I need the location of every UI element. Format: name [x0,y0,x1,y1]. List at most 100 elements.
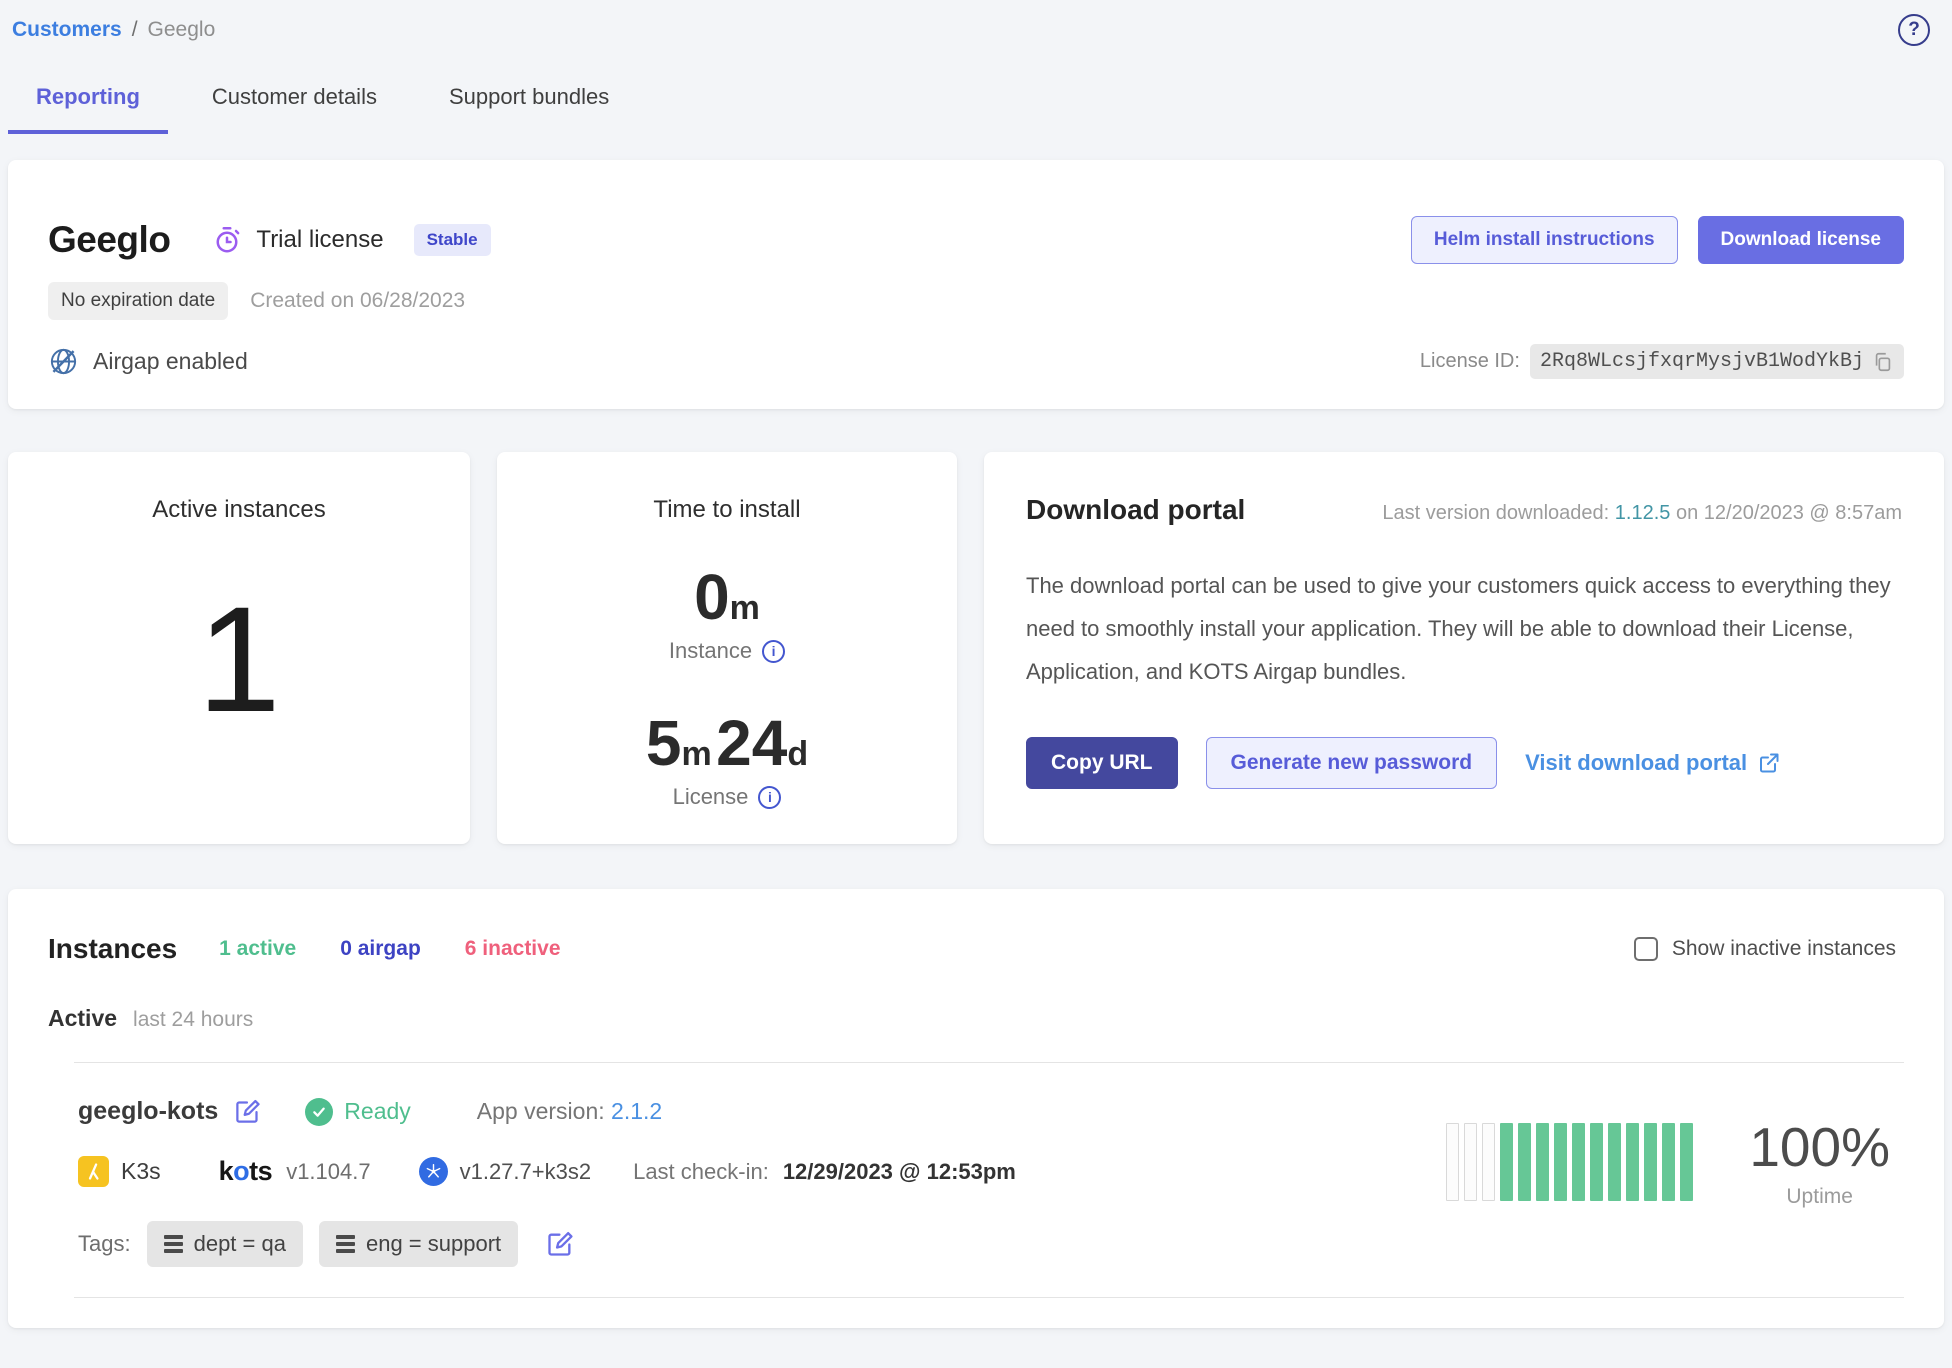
instance-install-minutes: 0 [694,561,730,633]
uptime-bar-filled [1554,1123,1567,1201]
license-install-minutes-unit: m [681,735,711,773]
active-instances-value: 1 [8,584,470,734]
uptime-bar-filled [1500,1123,1513,1201]
kubernetes-version: v1.27.7+k3s2 [460,1159,591,1185]
airgap-globe-icon [48,346,79,377]
uptime-bar-filled [1626,1123,1639,1201]
tag-text: dept = qa [194,1231,286,1257]
last-version-link[interactable]: 1.12.5 [1615,502,1671,524]
help-icon[interactable]: ? [1898,14,1930,46]
helm-install-instructions-button[interactable]: Helm install instructions [1411,216,1678,264]
breadcrumb: Customers / Geeglo ? [8,10,1944,46]
external-link-icon [1757,751,1781,775]
tab-bar: Reporting Customer details Support bundl… [8,84,1944,134]
copy-icon[interactable] [1872,351,1894,373]
info-icon[interactable]: i [758,786,781,809]
uptime-label: Uptime [1749,1185,1890,1209]
time-to-install-card: Time to install 0m Instance i 5m 24d Lic… [497,452,957,844]
copy-url-button[interactable]: Copy URL [1026,737,1178,789]
app-version-label: App version: [477,1098,605,1124]
kots-logo: kots [219,1156,273,1187]
tag-icon [164,1235,183,1253]
visit-download-portal-link[interactable]: Visit download portal [1525,750,1781,776]
instances-card: Instances 1 active 0 airgap 6 inactive S… [8,889,1944,1328]
kots-version: v1.104.7 [286,1159,370,1185]
license-card: Geeglo Trial license Stable Helm install… [8,160,1944,409]
status-label: Ready [344,1098,410,1125]
inactive-count: 6 inactive [465,937,561,961]
time-to-install-title: Time to install [497,496,957,524]
divider [74,1297,1904,1298]
app-version-link[interactable]: 2.1.2 [611,1098,662,1124]
edit-tags-icon[interactable] [546,1230,574,1258]
last-version-downloaded: Last version downloaded: 1.12.5 on 12/20… [1382,502,1902,525]
stopwatch-icon [212,225,242,255]
uptime-bar-filled [1608,1123,1621,1201]
uptime-bar-empty [1464,1123,1477,1201]
tag-icon [336,1235,355,1253]
customer-name: Geeglo [48,219,170,261]
breadcrumb-separator: / [132,18,138,42]
uptime-bar-filled [1644,1123,1657,1201]
license-id-label: License ID: [1420,350,1520,373]
breadcrumb-customers-link[interactable]: Customers [12,18,122,42]
instance-install-unit: m [730,589,760,627]
edit-instance-name-icon[interactable] [234,1098,261,1125]
license-type: Trial license [212,225,383,255]
uptime-bar-filled [1662,1123,1675,1201]
uptime-bar-filled [1572,1123,1585,1201]
download-license-button[interactable]: Download license [1698,216,1904,264]
uptime-bar-filled [1590,1123,1603,1201]
last-version-prefix: Last version downloaded: [1382,502,1609,524]
license-install-days-unit: d [787,735,808,773]
page: Customers / Geeglo ? Reporting Customer … [0,0,1952,1328]
license-type-label: Trial license [256,226,383,254]
tag-text: eng = support [366,1231,501,1257]
kubernetes-icon [419,1157,448,1186]
active-instances-card: Active instances 1 [8,452,470,844]
last-checkin-value: 12/29/2023 @ 12:53pm [783,1159,1016,1185]
airgap-enabled-label: Airgap enabled [93,348,248,375]
kots-logo-ts: ts [249,1156,272,1186]
tab-reporting[interactable]: Reporting [8,84,168,134]
instance-label: Instance [669,638,752,664]
breadcrumb-current: Geeglo [148,18,216,42]
kots-logo-o: o [233,1156,249,1186]
tags-label: Tags: [78,1231,131,1257]
active-instances-title: Active instances [8,496,470,524]
tab-customer-details[interactable]: Customer details [184,84,405,134]
active-group-subtitle: last 24 hours [133,1008,253,1032]
show-inactive-label: Show inactive instances [1672,937,1896,961]
download-portal-title: Download portal [1026,494,1245,526]
uptime-block: 100% Uptime [1446,1115,1890,1209]
instance-status: Ready [305,1098,410,1126]
license-label: License [673,784,749,810]
active-group-title: Active [48,1005,117,1032]
distro-label: K3s [121,1158,161,1185]
instance-row: geeglo-kots Ready App ve [48,1063,1904,1267]
created-date-text: Created on 06/28/2023 [250,289,465,313]
instance-install-time: 0m [497,560,957,634]
uptime-bar-filled [1518,1123,1531,1201]
instances-title: Instances [48,933,177,965]
uptime-bar-filled [1680,1123,1693,1201]
license-install-days: 24 [716,707,787,779]
license-install-minutes: 5 [646,707,682,779]
show-inactive-checkbox[interactable] [1634,937,1658,961]
license-install-time: 5m 24d [497,706,957,780]
uptime-bar-empty [1446,1123,1459,1201]
info-icon[interactable]: i [762,640,785,663]
uptime-value: 100% [1749,1115,1890,1179]
visit-download-portal-label: Visit download portal [1525,750,1747,776]
airgap-count: 0 airgap [340,937,421,961]
uptime-bar-empty [1482,1123,1495,1201]
app-version: App version: 2.1.2 [477,1098,662,1125]
license-id-pill: 2Rq8WLcsjfxqrMysjvB1WodYkBj [1530,344,1904,379]
generate-new-password-button[interactable]: Generate new password [1206,737,1498,789]
tab-support-bundles[interactable]: Support bundles [421,84,637,134]
instance-name: geeglo-kots [78,1097,218,1126]
ready-check-icon [305,1098,333,1126]
expiration-badge: No expiration date [48,282,228,320]
uptime-bar-filled [1536,1123,1549,1201]
tag-pill: dept = qa [147,1221,303,1267]
